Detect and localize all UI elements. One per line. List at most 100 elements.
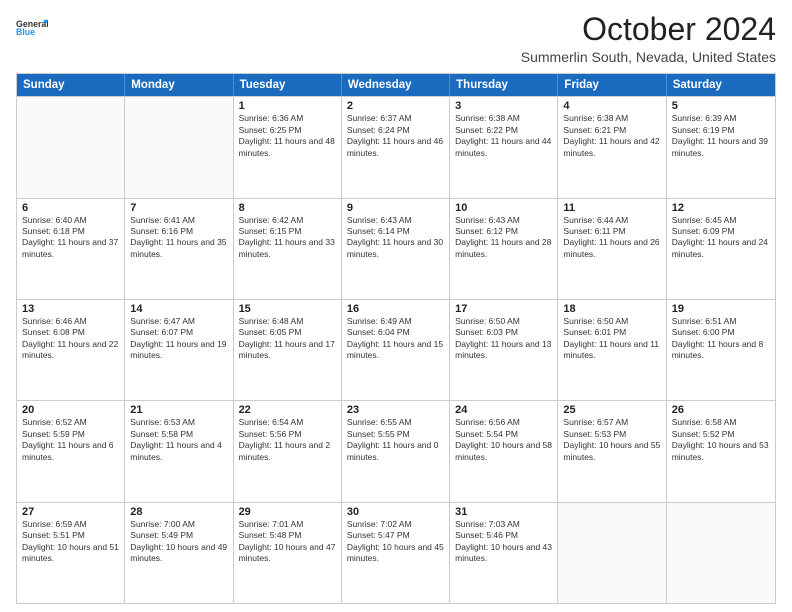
cell-w2-friday: 11 Sunrise: 6:44 AMSunset: 6:11 PMDaylig…	[558, 199, 666, 299]
cell-w3-thursday: 17 Sunrise: 6:50 AMSunset: 6:03 PMDaylig…	[450, 300, 558, 400]
day-info: Sunrise: 6:56 AMSunset: 5:54 PMDaylight:…	[455, 417, 552, 463]
day-number: 29	[239, 506, 336, 518]
day-info: Sunrise: 6:46 AMSunset: 6:08 PMDaylight:…	[22, 316, 119, 362]
day-info: Sunrise: 7:02 AMSunset: 5:47 PMDaylight:…	[347, 519, 444, 565]
day-number: 20	[22, 404, 119, 416]
cell-w4-friday: 25 Sunrise: 6:57 AMSunset: 5:53 PMDaylig…	[558, 401, 666, 501]
day-info: Sunrise: 6:53 AMSunset: 5:58 PMDaylight:…	[130, 417, 227, 463]
day-number: 19	[672, 303, 770, 315]
day-info: Sunrise: 6:59 AMSunset: 5:51 PMDaylight:…	[22, 519, 119, 565]
day-info: Sunrise: 6:51 AMSunset: 6:00 PMDaylight:…	[672, 316, 770, 362]
title-block: October 2024 Summerlin South, Nevada, Un…	[521, 12, 776, 65]
cell-w2-thursday: 10 Sunrise: 6:43 AMSunset: 6:12 PMDaylig…	[450, 199, 558, 299]
day-number: 5	[672, 100, 770, 112]
cell-w5-wednesday: 30 Sunrise: 7:02 AMSunset: 5:47 PMDaylig…	[342, 503, 450, 603]
cell-w5-monday: 28 Sunrise: 7:00 AMSunset: 5:49 PMDaylig…	[125, 503, 233, 603]
calendar-header: Sunday Monday Tuesday Wednesday Thursday…	[17, 74, 775, 96]
week-5: 27 Sunrise: 6:59 AMSunset: 5:51 PMDaylig…	[17, 502, 775, 603]
day-info: Sunrise: 6:38 AMSunset: 6:22 PMDaylight:…	[455, 113, 552, 159]
day-number: 1	[239, 100, 336, 112]
week-3: 13 Sunrise: 6:46 AMSunset: 6:08 PMDaylig…	[17, 299, 775, 400]
day-info: Sunrise: 6:38 AMSunset: 6:21 PMDaylight:…	[563, 113, 660, 159]
day-number: 27	[22, 506, 119, 518]
cell-w5-saturday	[667, 503, 775, 603]
day-number: 17	[455, 303, 552, 315]
logo-svg: General Blue	[16, 12, 48, 44]
cell-w2-wednesday: 9 Sunrise: 6:43 AMSunset: 6:14 PMDayligh…	[342, 199, 450, 299]
cell-w2-monday: 7 Sunrise: 6:41 AMSunset: 6:16 PMDayligh…	[125, 199, 233, 299]
day-number: 3	[455, 100, 552, 112]
day-number: 15	[239, 303, 336, 315]
day-number: 12	[672, 202, 770, 214]
day-info: Sunrise: 6:50 AMSunset: 6:03 PMDaylight:…	[455, 316, 552, 362]
day-info: Sunrise: 6:49 AMSunset: 6:04 PMDaylight:…	[347, 316, 444, 362]
day-number: 4	[563, 100, 660, 112]
cell-w2-saturday: 12 Sunrise: 6:45 AMSunset: 6:09 PMDaylig…	[667, 199, 775, 299]
day-info: Sunrise: 6:57 AMSunset: 5:53 PMDaylight:…	[563, 417, 660, 463]
header-friday: Friday	[558, 74, 666, 96]
day-info: Sunrise: 7:03 AMSunset: 5:46 PMDaylight:…	[455, 519, 552, 565]
cell-w4-wednesday: 23 Sunrise: 6:55 AMSunset: 5:55 PMDaylig…	[342, 401, 450, 501]
day-number: 30	[347, 506, 444, 518]
day-number: 10	[455, 202, 552, 214]
day-number: 13	[22, 303, 119, 315]
day-info: Sunrise: 6:43 AMSunset: 6:12 PMDaylight:…	[455, 215, 552, 261]
header: General Blue October 2024 Summerlin Sout…	[16, 12, 776, 65]
cell-w4-saturday: 26 Sunrise: 6:58 AMSunset: 5:52 PMDaylig…	[667, 401, 775, 501]
cell-w4-tuesday: 22 Sunrise: 6:54 AMSunset: 5:56 PMDaylig…	[234, 401, 342, 501]
day-number: 2	[347, 100, 444, 112]
day-info: Sunrise: 6:52 AMSunset: 5:59 PMDaylight:…	[22, 417, 119, 463]
day-number: 8	[239, 202, 336, 214]
day-info: Sunrise: 6:41 AMSunset: 6:16 PMDaylight:…	[130, 215, 227, 261]
week-4: 20 Sunrise: 6:52 AMSunset: 5:59 PMDaylig…	[17, 400, 775, 501]
header-tuesday: Tuesday	[234, 74, 342, 96]
day-number: 21	[130, 404, 227, 416]
day-number: 25	[563, 404, 660, 416]
day-number: 6	[22, 202, 119, 214]
cell-w2-sunday: 6 Sunrise: 6:40 AMSunset: 6:18 PMDayligh…	[17, 199, 125, 299]
day-number: 14	[130, 303, 227, 315]
day-number: 23	[347, 404, 444, 416]
day-info: Sunrise: 6:50 AMSunset: 6:01 PMDaylight:…	[563, 316, 660, 362]
week-1: 1 Sunrise: 6:36 AMSunset: 6:25 PMDayligh…	[17, 96, 775, 197]
day-info: Sunrise: 6:48 AMSunset: 6:05 PMDaylight:…	[239, 316, 336, 362]
day-info: Sunrise: 6:44 AMSunset: 6:11 PMDaylight:…	[563, 215, 660, 261]
day-number: 16	[347, 303, 444, 315]
cell-w5-thursday: 31 Sunrise: 7:03 AMSunset: 5:46 PMDaylig…	[450, 503, 558, 603]
cell-w1-sunday	[17, 97, 125, 197]
calendar: Sunday Monday Tuesday Wednesday Thursday…	[16, 73, 776, 604]
day-number: 31	[455, 506, 552, 518]
cell-w3-friday: 18 Sunrise: 6:50 AMSunset: 6:01 PMDaylig…	[558, 300, 666, 400]
page: General Blue October 2024 Summerlin Sout…	[0, 0, 792, 612]
cell-w5-tuesday: 29 Sunrise: 7:01 AMSunset: 5:48 PMDaylig…	[234, 503, 342, 603]
cell-w1-thursday: 3 Sunrise: 6:38 AMSunset: 6:22 PMDayligh…	[450, 97, 558, 197]
day-number: 26	[672, 404, 770, 416]
header-monday: Monday	[125, 74, 233, 96]
calendar-body: 1 Sunrise: 6:36 AMSunset: 6:25 PMDayligh…	[17, 96, 775, 603]
day-number: 28	[130, 506, 227, 518]
cell-w1-tuesday: 1 Sunrise: 6:36 AMSunset: 6:25 PMDayligh…	[234, 97, 342, 197]
day-info: Sunrise: 6:39 AMSunset: 6:19 PMDaylight:…	[672, 113, 770, 159]
cell-w4-sunday: 20 Sunrise: 6:52 AMSunset: 5:59 PMDaylig…	[17, 401, 125, 501]
cell-w4-thursday: 24 Sunrise: 6:56 AMSunset: 5:54 PMDaylig…	[450, 401, 558, 501]
day-number: 9	[347, 202, 444, 214]
cell-w1-wednesday: 2 Sunrise: 6:37 AMSunset: 6:24 PMDayligh…	[342, 97, 450, 197]
day-info: Sunrise: 6:40 AMSunset: 6:18 PMDaylight:…	[22, 215, 119, 261]
header-sunday: Sunday	[17, 74, 125, 96]
cell-w1-monday	[125, 97, 233, 197]
day-number: 11	[563, 202, 660, 214]
day-info: Sunrise: 7:00 AMSunset: 5:49 PMDaylight:…	[130, 519, 227, 565]
logo: General Blue	[16, 12, 48, 44]
cell-w4-monday: 21 Sunrise: 6:53 AMSunset: 5:58 PMDaylig…	[125, 401, 233, 501]
day-info: Sunrise: 6:54 AMSunset: 5:56 PMDaylight:…	[239, 417, 336, 463]
day-info: Sunrise: 7:01 AMSunset: 5:48 PMDaylight:…	[239, 519, 336, 565]
day-info: Sunrise: 6:47 AMSunset: 6:07 PMDaylight:…	[130, 316, 227, 362]
cell-w1-saturday: 5 Sunrise: 6:39 AMSunset: 6:19 PMDayligh…	[667, 97, 775, 197]
cell-w3-wednesday: 16 Sunrise: 6:49 AMSunset: 6:04 PMDaylig…	[342, 300, 450, 400]
cell-w3-sunday: 13 Sunrise: 6:46 AMSunset: 6:08 PMDaylig…	[17, 300, 125, 400]
day-info: Sunrise: 6:43 AMSunset: 6:14 PMDaylight:…	[347, 215, 444, 261]
day-info: Sunrise: 6:42 AMSunset: 6:15 PMDaylight:…	[239, 215, 336, 261]
day-number: 18	[563, 303, 660, 315]
day-info: Sunrise: 6:45 AMSunset: 6:09 PMDaylight:…	[672, 215, 770, 261]
day-number: 7	[130, 202, 227, 214]
